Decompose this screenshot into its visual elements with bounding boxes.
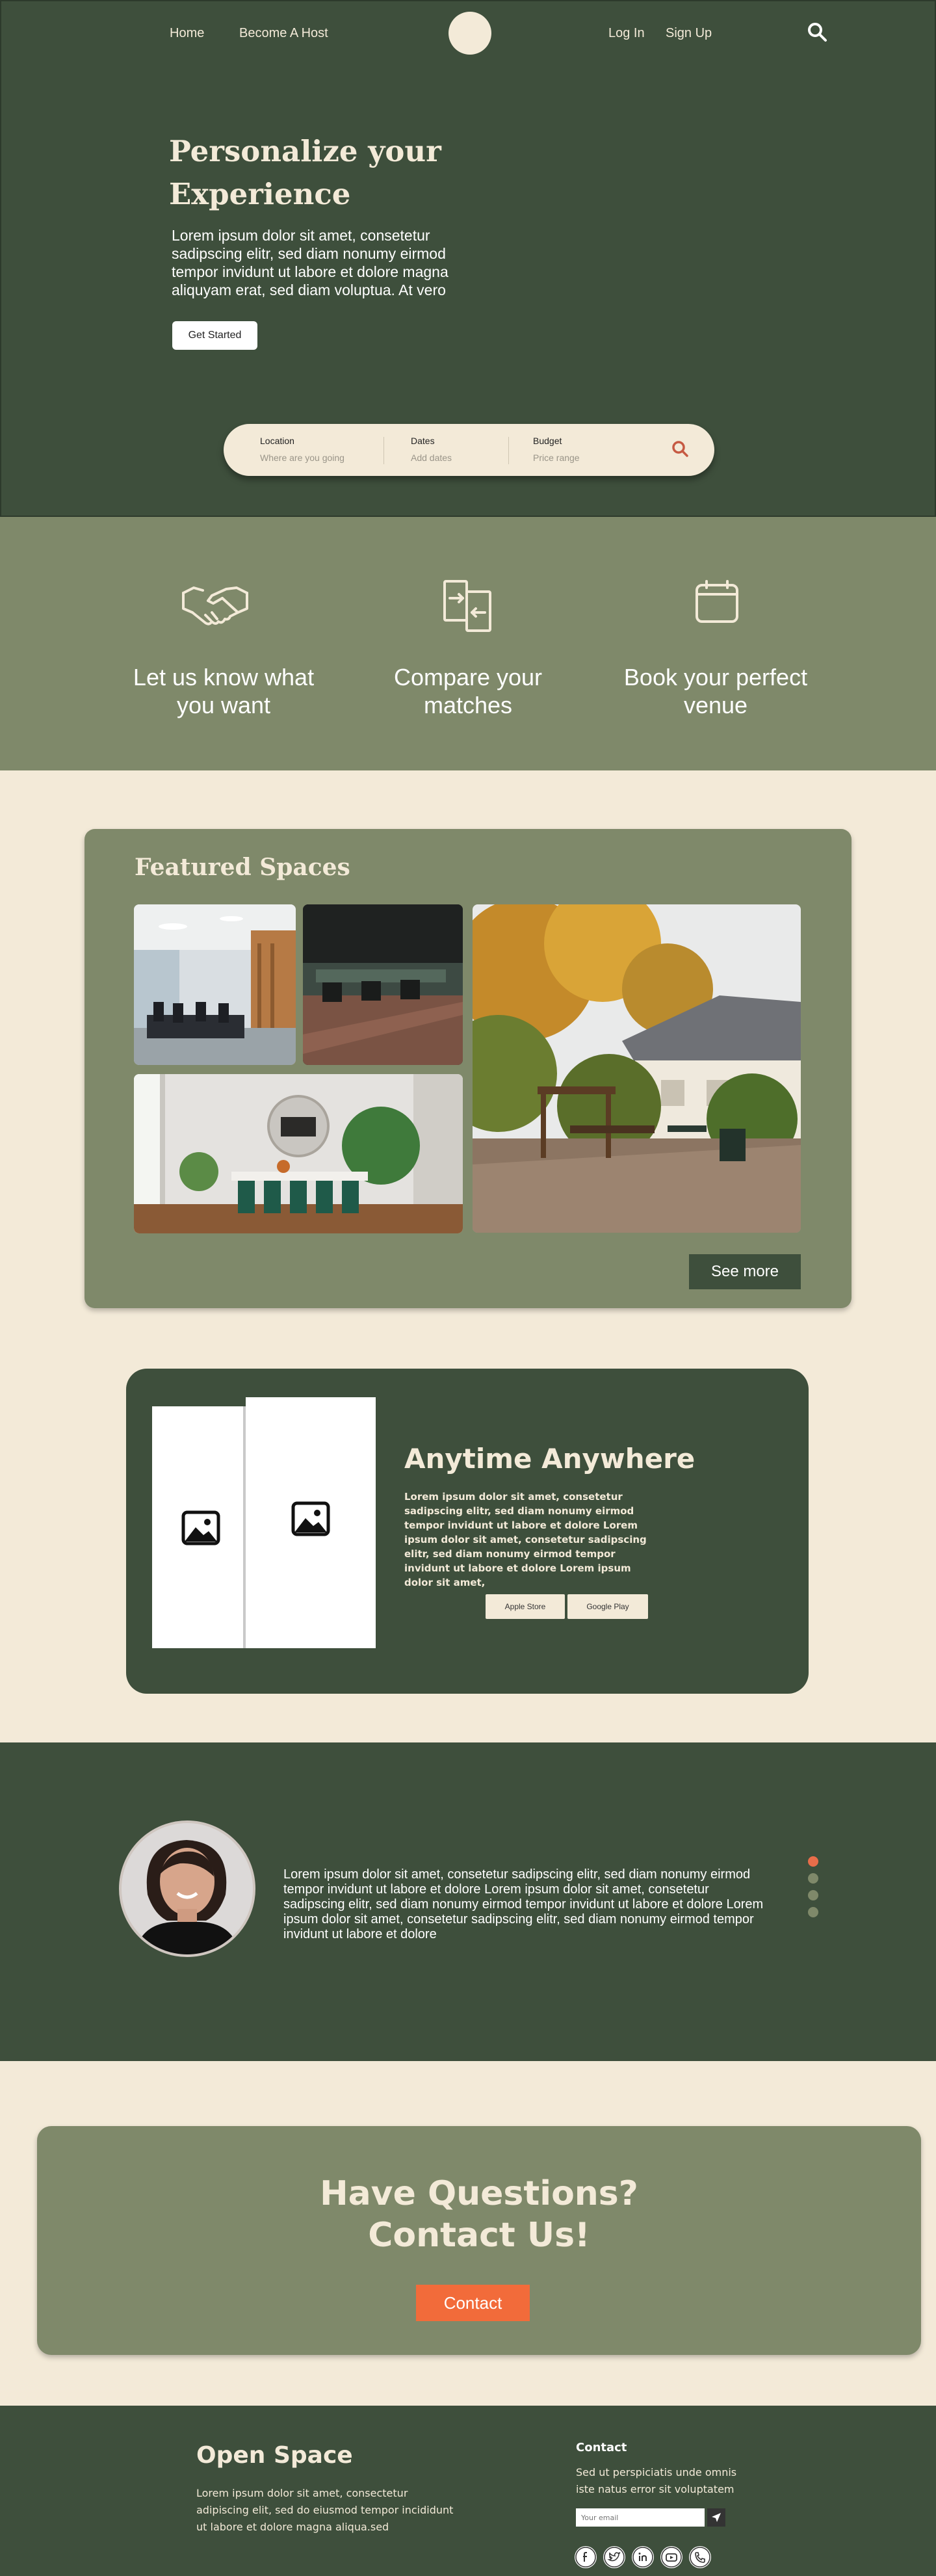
featured-title: Featured Spaces (135, 854, 350, 881)
featured-spaces-card: Featured Spaces See more (84, 829, 852, 1308)
carousel-dot-active[interactable] (808, 1856, 818, 1867)
send-button[interactable] (707, 2508, 725, 2527)
linkedin-icon[interactable] (632, 2546, 654, 2568)
carousel-dot[interactable] (808, 1890, 818, 1900)
step-text: Compare your matches (393, 664, 543, 718)
office-space-photo[interactable] (134, 904, 296, 1065)
step-text: Let us know what you want (133, 664, 315, 718)
testimonial-avatar (119, 1820, 255, 1957)
carousel-dot[interactable] (808, 1907, 818, 1917)
phone-mockup (152, 1406, 250, 1648)
get-started-button[interactable]: Get Started (172, 321, 257, 350)
footer: Open Space Lorem ipsum dolor sit amet, c… (0, 2406, 936, 2576)
app-download-card: Anytime Anywhere Lorem ipsum dolor sit a… (126, 1369, 809, 1694)
gym-space-photo[interactable] (303, 904, 463, 1065)
dates-label: Dates (411, 436, 435, 446)
step-text: Book your perfect venue (623, 664, 808, 718)
nav-home-link[interactable]: Home (170, 26, 204, 41)
search-submit-icon[interactable] (670, 438, 692, 460)
footer-contact-text: Sed ut perspiciatis unde omnis iste natu… (576, 2466, 737, 2495)
footer-description: Lorem ipsum dolor sit amet, consectetur … (196, 2487, 454, 2533)
nav-signup-link[interactable]: Sign Up (666, 26, 712, 41)
image-placeholder-icon (181, 1510, 220, 1545)
logo[interactable] (448, 12, 491, 55)
nav-login-link[interactable]: Log In (608, 26, 645, 41)
contact-button[interactable]: Contact (416, 2285, 530, 2321)
see-more-button[interactable]: See more (689, 1254, 801, 1289)
footer-brand: Open Space (196, 2442, 353, 2469)
garden-venue-photo[interactable] (473, 904, 801, 1233)
youtube-icon[interactable] (660, 2546, 682, 2568)
contact-card: Have Questions? Contact Us! Contact (37, 2126, 921, 2355)
handshake-icon (182, 586, 248, 625)
image-placeholder-icon (291, 1501, 330, 1536)
compare-icon (443, 580, 491, 632)
nav-become-host-link[interactable]: Become A Host (239, 26, 328, 41)
calendar-icon (696, 580, 738, 623)
hero-section: Home Become A Host Log In Sign Up Person… (0, 0, 936, 517)
location-placeholder: Where are you going (260, 453, 344, 463)
budget-field[interactable]: Budget Price range (533, 436, 580, 463)
send-icon (712, 2513, 721, 2522)
app-description: Lorem ipsum dolor sit amet, consetetur s… (404, 1491, 647, 1588)
app-title: Anytime Anywhere (404, 1443, 696, 1475)
search-divider (508, 437, 509, 464)
how-it-works-section: Let us know what you want Compare your m… (0, 517, 936, 770)
dining-room-photo[interactable] (134, 1074, 463, 1233)
apple-store-button[interactable]: Apple Store (486, 1594, 565, 1619)
carousel-dot[interactable] (808, 1873, 818, 1884)
phone-mockup (246, 1397, 376, 1648)
testimonial-text: Lorem ipsum dolor sit amet, consetetur s… (283, 1867, 764, 1941)
phone-icon[interactable] (689, 2546, 711, 2568)
location-label: Location (260, 436, 294, 446)
facebook-icon[interactable] (575, 2546, 597, 2568)
contact-title: Have Questions? Contact Us! (37, 2173, 921, 2256)
dates-placeholder: Add dates (411, 453, 452, 463)
contact-title-line1: Have Questions? (320, 2174, 638, 2213)
footer-contact-title: Contact (576, 2441, 627, 2454)
location-field[interactable]: Location Where are you going (260, 436, 344, 463)
email-input[interactable] (576, 2508, 705, 2527)
hero-description: Lorem ipsum dolor sit amet, consetetur s… (172, 227, 448, 298)
budget-label: Budget (533, 436, 562, 446)
hero-title: Personalize your Experience (169, 134, 441, 211)
dates-field[interactable]: Dates Add dates (411, 436, 452, 463)
budget-placeholder: Price range (533, 453, 580, 463)
search-icon[interactable] (806, 21, 828, 43)
testimonial-section: Lorem ipsum dolor sit amet, consetetur s… (0, 1742, 936, 2061)
search-bar: Location Where are you going Dates Add d… (224, 424, 714, 476)
google-play-button[interactable]: Google Play (567, 1594, 648, 1619)
contact-title-line2: Contact Us! (368, 2216, 590, 2255)
twitter-icon[interactable] (603, 2546, 625, 2568)
